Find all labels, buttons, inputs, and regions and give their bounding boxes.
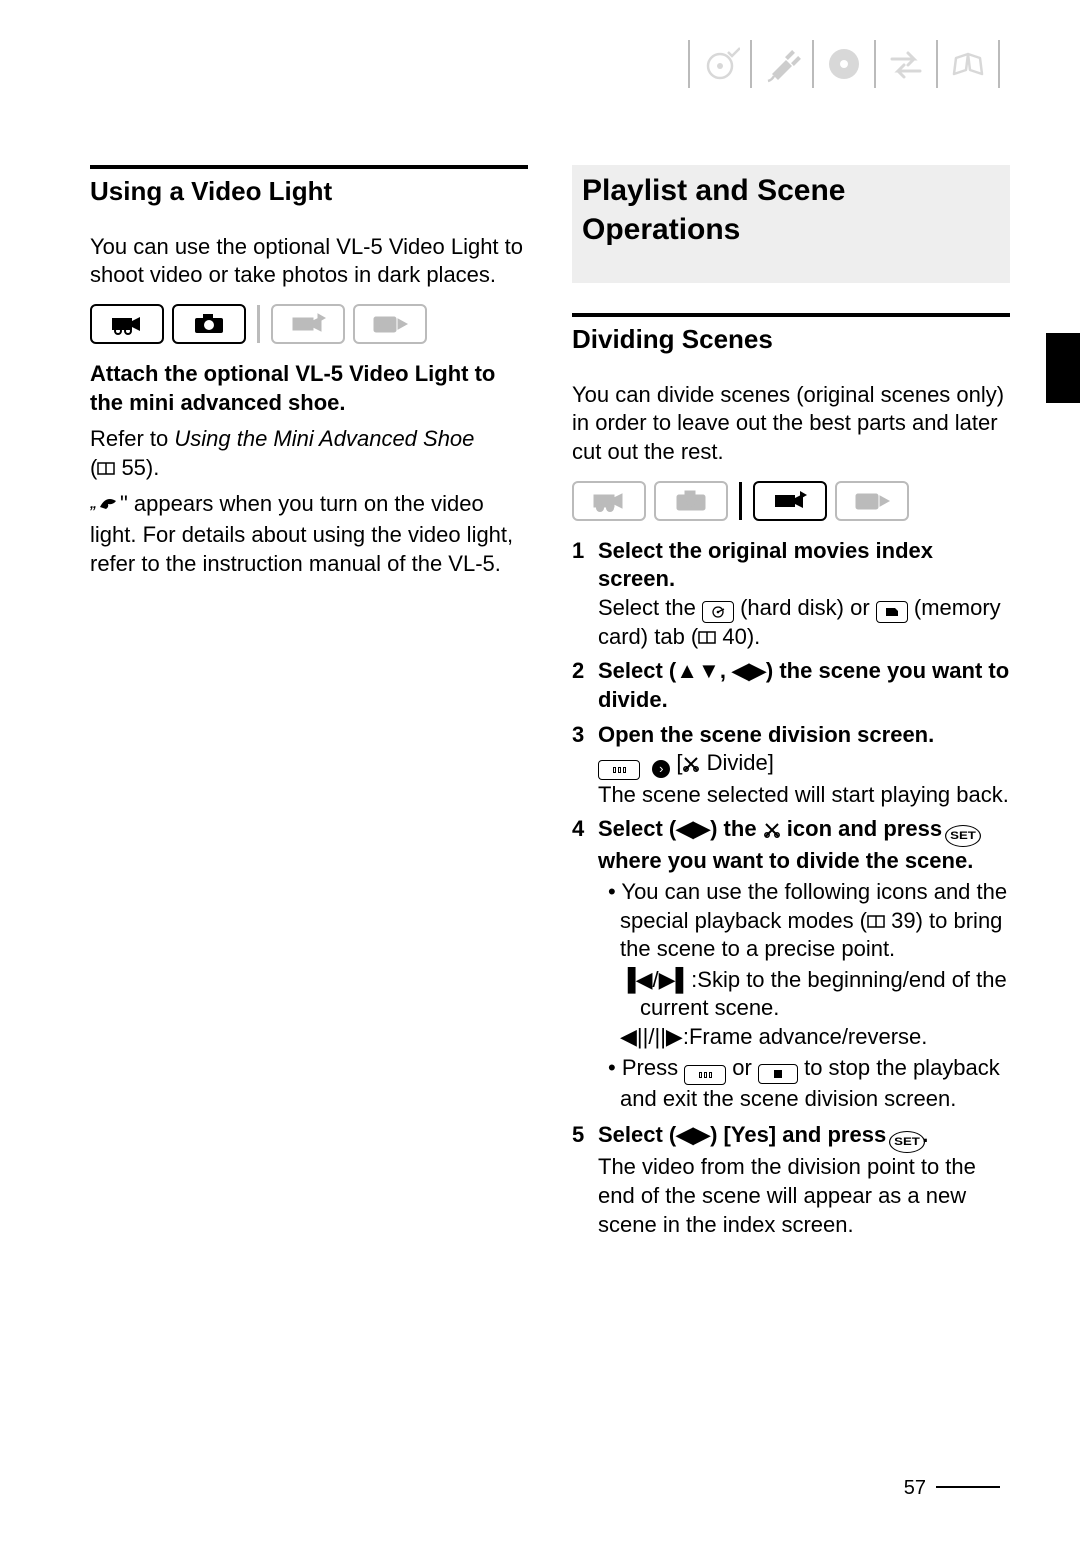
mode-photo-rec-icon [654, 481, 728, 521]
manual-ref-icon [97, 461, 115, 475]
step4-frame: ◀||/||▶:Frame advance/reverse. [598, 1023, 1010, 1052]
shoe-indicator-icon: „ [90, 492, 120, 521]
page-number: 57 [904, 1477, 1000, 1500]
major-title: Playlist and Scene Operations [572, 165, 1010, 283]
transfer-icon [886, 44, 926, 84]
frame-rev-icon: ◀|| [620, 1024, 648, 1049]
plug-icon [762, 44, 802, 84]
func-button-icon [684, 1065, 726, 1085]
left-column: Using a Video Light You can use the opti… [90, 165, 528, 1450]
step3-title: Open the scene division screen. [598, 722, 934, 747]
mode-row-left [90, 304, 528, 344]
section-title-dividing: Dividing Scenes [572, 323, 1010, 357]
step1-text: Select the (hard disk) or (memory card) … [598, 595, 1001, 649]
right-column: Playlist and Scene Operations Dividing S… [572, 165, 1010, 1450]
print-book-icon [948, 44, 988, 84]
disc-icon [824, 44, 864, 84]
svg-text:„: „ [90, 495, 97, 511]
disc-check-icon [700, 44, 740, 84]
step4-bullet2: Press or to stop the playback and exit t… [598, 1054, 1010, 1114]
frame-fwd-icon: ||▶ [654, 1024, 682, 1049]
edge-tab [1046, 333, 1080, 403]
step4-bullet1: You can use the following icons and the … [598, 878, 1010, 964]
mode-movie-rec-icon [572, 481, 646, 521]
step4-skip: ▐◀/▶▌:Skip to the beginning/end of the c… [598, 966, 1010, 1023]
step2-title: Select (▲▼, ◀▶) the scene you want to di… [598, 658, 1009, 712]
skip-next-icon: ▶▌ [659, 967, 692, 992]
step3-path: › [ Divide] [598, 750, 774, 775]
scissors-icon [763, 818, 781, 847]
set-button-icon: SET [889, 1131, 925, 1153]
menu-arrow-icon: › [652, 760, 670, 778]
mode-photo-play-icon [353, 304, 427, 344]
leftright-icon: ◀▶ [676, 1122, 710, 1147]
hdd-icon [702, 601, 734, 623]
mode-row-right [572, 481, 1010, 521]
step3-text2: The scene selected will start playing ba… [598, 782, 1009, 807]
mode-photo-play-icon [835, 481, 909, 521]
appears-text: „ " appears when you turn on the video l… [90, 490, 528, 578]
func-button-icon [598, 760, 640, 780]
leftright-icon: ◀▶ [676, 816, 710, 841]
step1-title: Select the original movies index screen. [598, 538, 933, 592]
step4-title: Select (◀▶) the icon and press SET where… [598, 816, 978, 873]
mode-movie-rec-icon [90, 304, 164, 344]
dividing-intro: You can divide scenes (original scenes o… [572, 381, 1010, 467]
skip-prev-icon: ▐◀ [620, 967, 653, 992]
section-title-video-light: Using a Video Light [90, 175, 528, 209]
leftright-icon: ◀▶ [732, 658, 766, 683]
step5-title: Select (◀▶) [Yes] and press SET. [598, 1122, 928, 1147]
mode-movie-play-icon [753, 481, 827, 521]
card-icon [876, 601, 908, 623]
updown-icon: ▲▼ [676, 658, 720, 683]
mode-movie-play-icon [271, 304, 345, 344]
manual-ref-icon [698, 630, 716, 644]
refer-line: Refer to Using the Mini Advanced Shoe ( … [90, 425, 528, 482]
steps-list: 1 Select the original movies index scree… [572, 537, 1010, 1240]
scissors-icon [682, 752, 700, 781]
set-button-icon: SET [945, 825, 981, 847]
mode-photo-rec-icon [172, 304, 246, 344]
step5-text: The video from the division point to the… [598, 1154, 976, 1236]
header-icon-strip [678, 40, 1010, 88]
manual-ref-icon [867, 914, 885, 928]
attach-instruction: Attach the optional VL-5 Video Light to … [90, 360, 528, 417]
videolight-intro: You can use the optional VL-5 Video Ligh… [90, 233, 528, 290]
stop-button-icon [758, 1064, 798, 1084]
